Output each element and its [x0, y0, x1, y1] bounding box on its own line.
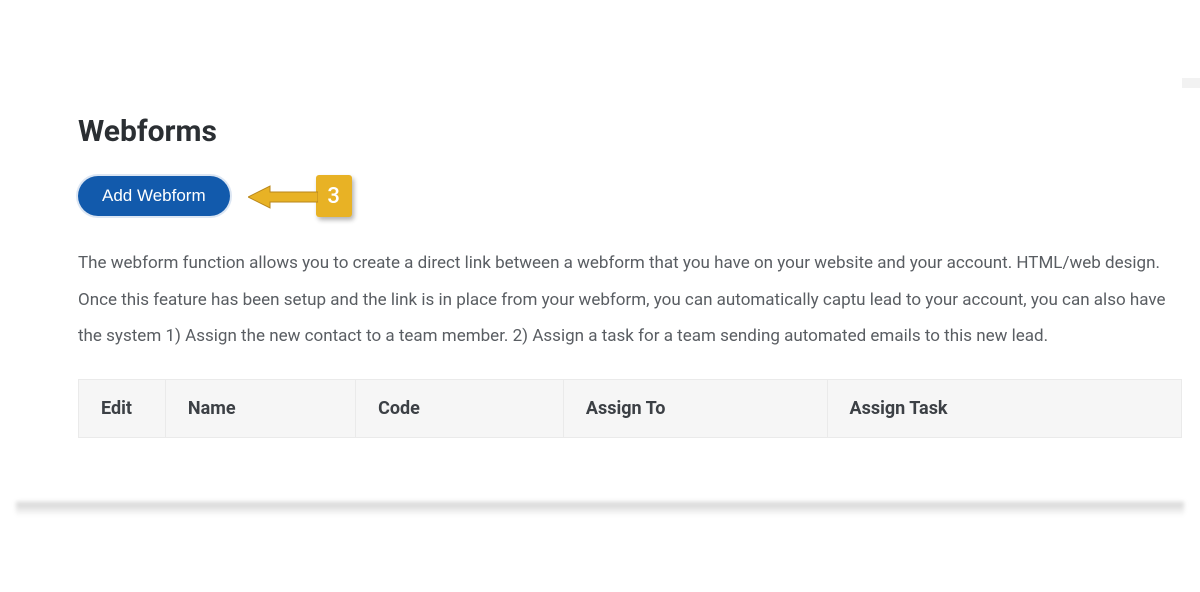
column-header-assign-to[interactable]: Assign To [563, 379, 827, 437]
page-title: Webforms [78, 114, 1182, 149]
column-header-name[interactable]: Name [165, 379, 355, 437]
step-number-badge: 3 [316, 175, 352, 217]
column-header-edit[interactable]: Edit [79, 379, 166, 437]
webforms-table: Edit Name Code Assign To Assign Task [78, 379, 1182, 438]
arrow-left-icon [248, 184, 318, 208]
table-header-row: Edit Name Code Assign To Assign Task [79, 379, 1182, 437]
webforms-card: Webforms Add Webform 3 The webform funct… [18, 78, 1182, 438]
column-header-code[interactable]: Code [356, 379, 564, 437]
card-drop-shadow [16, 502, 1184, 516]
step-callout: 3 [248, 175, 352, 217]
column-header-assign-task[interactable]: Assign Task [827, 379, 1182, 437]
webforms-description: The webform function allows you to creat… [78, 245, 1182, 355]
add-webform-button[interactable]: Add Webform [78, 176, 230, 216]
